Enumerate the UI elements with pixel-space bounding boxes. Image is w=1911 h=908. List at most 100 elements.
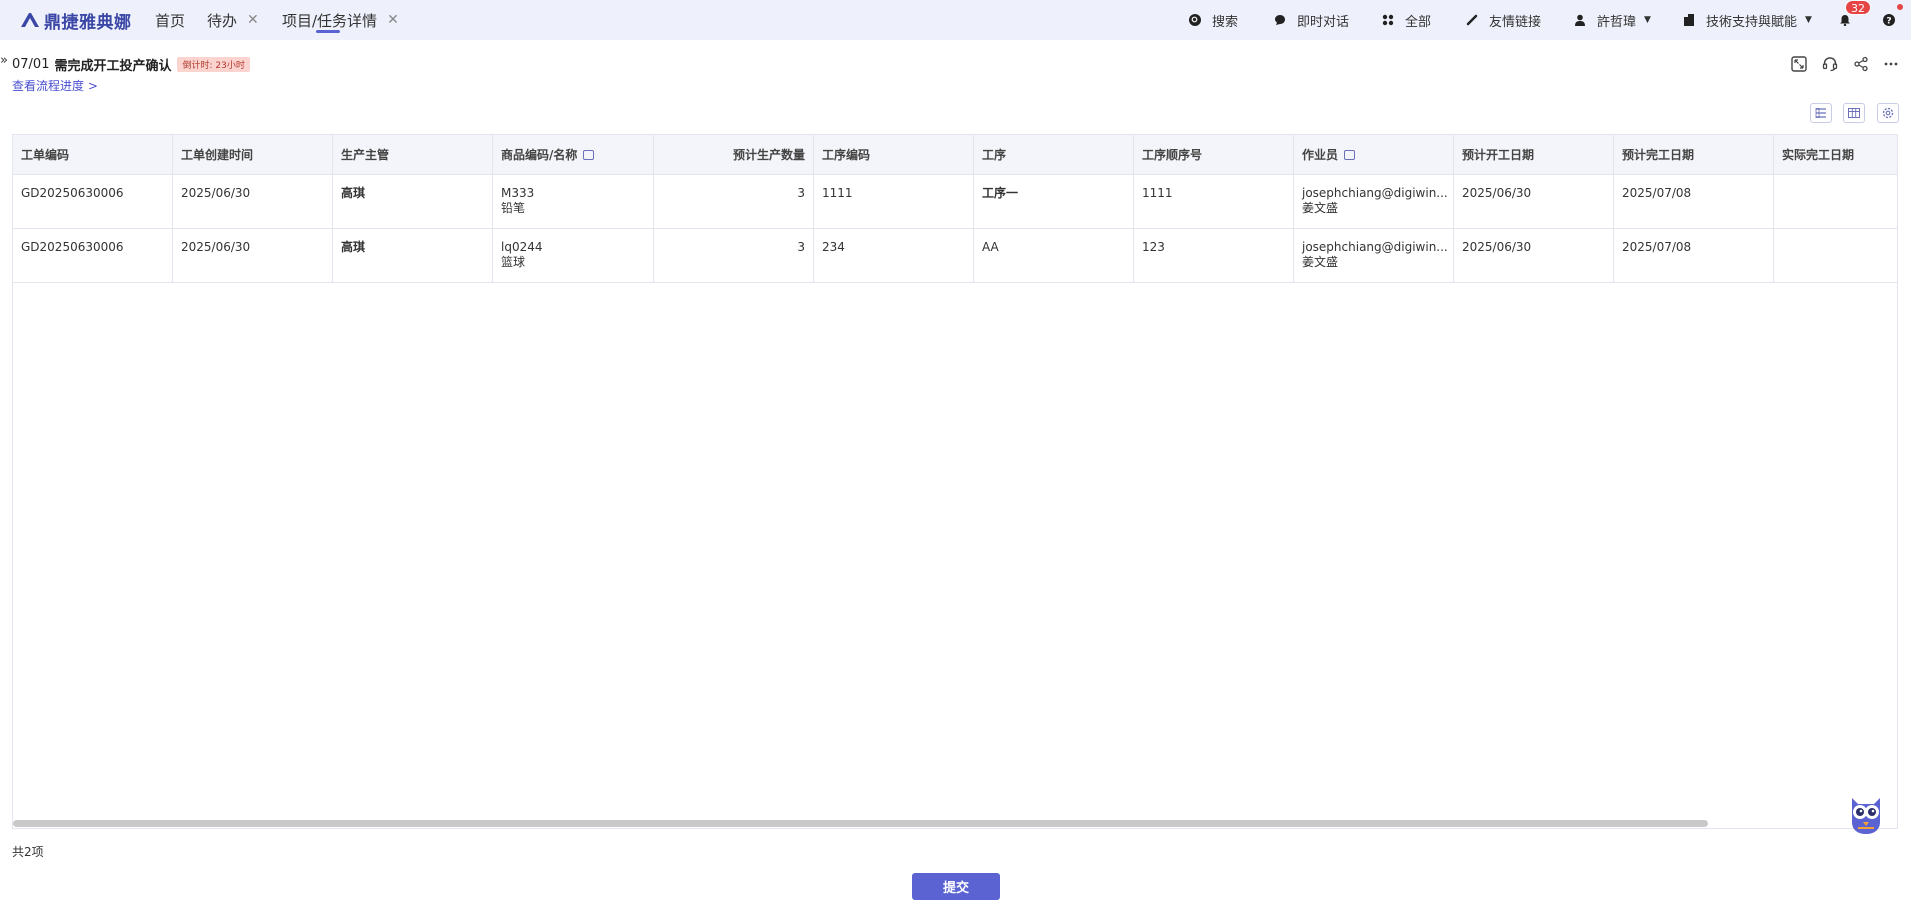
headset-icon[interactable] [1821,55,1839,73]
tab-home[interactable]: 首页 [155,0,185,40]
links-button[interactable]: 友情链接 [1465,0,1541,40]
user-name: 許哲瑋 [1597,14,1637,30]
column-header[interactable]: 工序编码 [814,135,974,175]
field-info-icon[interactable] [583,149,595,160]
cell-worker: josephchiang@digiwin... 姜文盛 [1294,229,1454,283]
cell-op: 工序一 [974,175,1134,229]
cell-end: 2025/07/08 [1614,175,1774,229]
tenant-menu[interactable]: 技術支持與賦能 ▼ [1682,0,1812,40]
cell-qty: 3 [654,175,814,229]
caret-down-icon: ▼ [1644,15,1651,25]
horizontal-scrollbar[interactable] [13,820,1708,827]
task-title: 07/01 需完成开工投产确认 倒计时: 23小时 [12,55,250,74]
fullscreen-icon[interactable] [1790,55,1808,73]
cell-item: lq0244 篮球 [493,229,654,283]
column-settings-icon[interactable] [1843,103,1865,123]
worker-name: 姜文盛 [1302,201,1339,215]
app-logo[interactable]: 鼎捷雅典娜 [20,8,132,33]
work-order-table: 工单编码 工单创建时间 生产主管 商品编码/名称 预计生产数量 工序编码 工序 … [12,134,1898,829]
list-view-icon[interactable] [1810,103,1832,123]
cell-order-no: GD20250630006 [13,175,173,229]
cell-op-code: 1111 [814,175,974,229]
user-menu[interactable]: 許哲瑋 ▼ [1573,0,1651,40]
user-icon [1573,13,1587,27]
tab-label: 项目/任务详情 [282,11,378,30]
column-header[interactable]: 预计开工日期 [1454,135,1614,175]
column-header[interactable]: 工序顺序号 [1134,135,1294,175]
cell-op-seq: 1111 [1134,175,1294,229]
worker-email: josephchiang@digiwin... [1302,186,1448,200]
link-icon [1465,13,1479,27]
tab-label: 待办 [207,11,238,30]
column-header-worker[interactable]: 作业员 [1294,135,1454,175]
tenant-name: 技術支持與賦能 [1706,14,1798,30]
search-icon [1188,13,1202,27]
cell-actual-end [1774,175,1897,229]
cell-created: 2025/06/30 [173,175,333,229]
share-icon[interactable] [1852,55,1870,73]
active-tab-indicator [316,30,340,33]
item-name: 铅笔 [501,201,526,215]
column-header[interactable]: 工序 [974,135,1134,175]
help-dot [1897,4,1903,10]
column-header-label: 商品编码/名称 [501,148,578,162]
logo-icon [21,13,39,27]
column-header-label: 作业员 [1302,148,1339,162]
bell-icon [1838,13,1852,27]
close-icon[interactable]: ✕ [387,12,399,28]
app-name: 鼎捷雅典娜 [44,12,132,33]
item-code: M333 [501,186,535,200]
worker-email: josephchiang@digiwin... [1302,240,1448,254]
column-header[interactable]: 预计完工日期 [1614,135,1774,175]
assistant-owl-icon[interactable] [1846,792,1886,836]
cell-end: 2025/07/08 [1614,229,1774,283]
submit-button[interactable]: 提交 [912,873,1000,900]
column-header-item[interactable]: 商品编码/名称 [493,135,654,175]
building-icon [1682,13,1696,27]
tab-task-detail[interactable]: 项目/任务详情 ✕ [282,0,399,40]
svg-text:?: ? [1886,16,1891,26]
worker-name: 姜文盛 [1302,255,1339,269]
field-info-icon[interactable] [1344,149,1356,160]
item-code: lq0244 [501,240,543,254]
column-header[interactable]: 工单编码 [13,135,173,175]
gear-icon[interactable] [1877,103,1899,123]
cell-start: 2025/06/30 [1454,175,1614,229]
caret-down-icon: ▼ [1805,15,1812,25]
cell-qty: 3 [654,229,814,283]
cell-created: 2025/06/30 [173,229,333,283]
cell-op-code: 234 [814,229,974,283]
help-icon: ? [1882,13,1896,27]
tab-label: 首页 [155,11,186,30]
task-date: 07/01 [12,57,50,72]
deadline-badge: 倒计时: 23小时 [177,57,250,72]
chat-button[interactable]: 即时对话 [1273,0,1349,40]
view-process-link[interactable]: 查看流程进度 > [12,77,98,94]
item-name: 篮球 [501,255,526,269]
cell-supervisor: 高琪 [333,229,493,283]
cell-order-no: GD20250630006 [13,229,173,283]
table-row[interactable]: GD20250630006 2025/06/30 高琪 lq0244 篮球 3 2… [13,229,1897,283]
cell-supervisor: 高琪 [333,175,493,229]
column-header[interactable]: 实际完工日期 [1774,135,1897,175]
column-header[interactable]: 预计生产数量 [654,135,814,175]
notification-count-badge: 32 [1845,0,1871,15]
all-apps-button[interactable]: 全部 [1381,0,1431,40]
close-icon[interactable]: ✕ [247,12,259,28]
column-header[interactable]: 工单创建时间 [173,135,333,175]
cell-op: AA [974,229,1134,283]
table-row[interactable]: GD20250630006 2025/06/30 高琪 M333 铅笔 3 111… [13,175,1897,229]
more-icon[interactable] [1882,55,1900,73]
cell-actual-end [1774,229,1897,283]
tab-todo[interactable]: 待办 ✕ [207,0,259,40]
chat-icon [1273,13,1287,27]
total-count: 共2项 [12,845,44,859]
search-label: 搜索 [1212,14,1239,30]
cell-op-seq: 123 [1134,229,1294,283]
task-name: 需完成开工投产确认 [54,59,172,74]
expand-sidebar-icon[interactable]: » [0,53,8,68]
cell-worker: josephchiang@digiwin... 姜文盛 [1294,175,1454,229]
search-button[interactable]: 搜索 [1188,0,1238,40]
column-header[interactable]: 生产主管 [333,135,493,175]
grid-icon [1381,13,1395,27]
